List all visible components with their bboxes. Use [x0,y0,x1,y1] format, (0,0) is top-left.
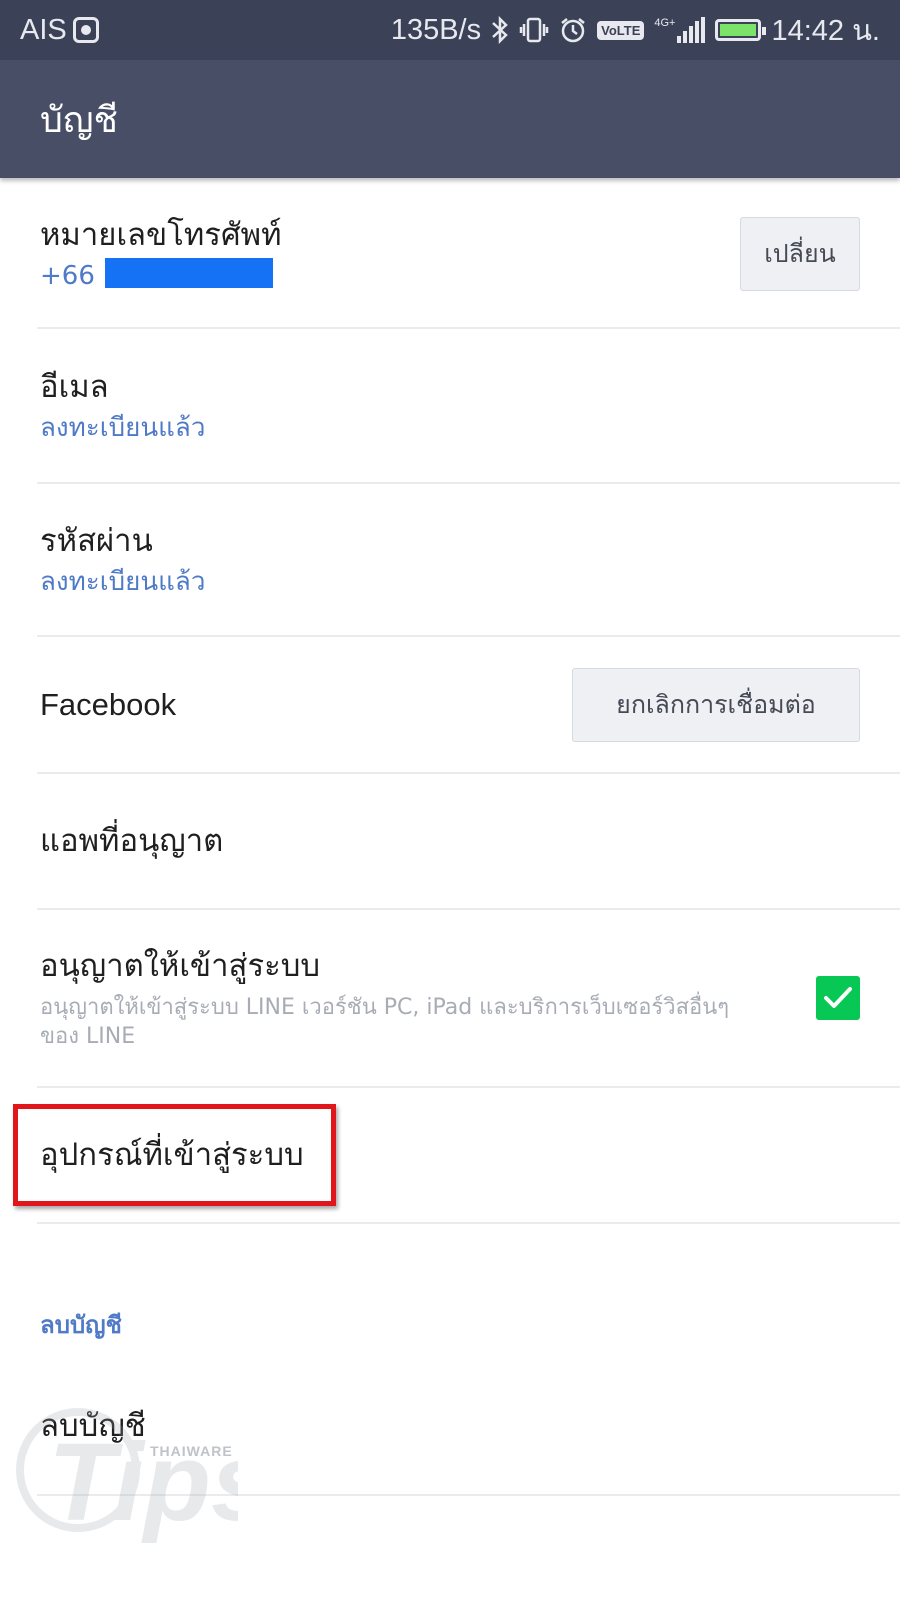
redacted-phone-number [104,258,273,289]
facebook-row: Facebook ยกเลิกการเชื่อมต่อ [0,637,900,773]
divider [37,1494,900,1496]
highlight-annotation-box [13,1104,336,1206]
allow-login-text: อนุญาตให้เข้าสู่ระบบ อนุญาตให้เข้าสู่ระบ… [40,944,816,1052]
facebook-text: Facebook [40,683,572,728]
facebook-label: Facebook [40,686,177,722]
delete-account-label: ลบบัญชี [40,1407,146,1444]
phone-number-row[interactable]: หมายเลขโทรศัพท์ +66 เปลี่ยน [0,180,900,328]
network-type: 4G+ [654,17,676,29]
volte-icon: VoLTE [597,20,645,40]
signal-icon: 4G+ [654,17,706,43]
status-left: AIS [20,14,99,47]
email-row[interactable]: อีเมล ลงทะเบียนแล้ว [0,330,900,482]
divider [37,1222,900,1224]
email-label: อีเมล [40,368,109,405]
email-text: อีเมล ลงทะเบียนแล้ว [40,365,860,448]
carrier-ring-icon [72,17,99,43]
app-bar: บัญชี [0,60,900,178]
phone-number-text: หมายเลขโทรศัพท์ +66 [40,213,740,296]
status-right: 135B/s VoLTE 4G+ 14:42 น. [391,7,880,53]
status-bar: AIS 135B/s VoLTE 4G+ 14:42 น. [0,0,900,60]
delete-account-section-header: ลบบัญชี [40,1311,122,1339]
delete-account-text: ลบบัญชี [40,1404,860,1449]
password-row[interactable]: รหัสผ่าน ลงทะเบียนแล้ว [0,484,900,636]
phone-number-label: หมายเลขโทรศัพท์ [40,216,282,253]
bluetooth-icon [491,16,509,44]
page-title: บัญชี [40,99,118,141]
battery-charging-icon [715,19,767,41]
checkmark-icon [824,987,852,1008]
password-status: ลงทะเบียนแล้ว [40,566,206,597]
allow-login-checkbox[interactable] [816,976,860,1020]
net-speed: 135B/s [390,13,482,46]
change-phone-button[interactable]: เปลี่ยน [740,217,860,291]
disconnect-facebook-button[interactable]: ยกเลิกการเชื่อมต่อ [572,668,860,742]
authorized-apps-row[interactable]: แอพที่อนุญาต [0,774,900,908]
signal-bars [677,17,706,43]
clock: 14:42 น. [771,15,880,47]
country-code: +66 [40,260,95,291]
allow-login-row[interactable]: อนุญาตให้เข้าสู่ระบบ อนุญาตให้เข้าสู่ระบ… [0,910,900,1086]
allow-login-description: อนุญาตให้เข้าสู่ระบบ LINE เวอร์ชัน PC, i… [40,994,730,1050]
divider [37,327,900,329]
carrier-name: AIS [20,13,67,46]
authorized-apps-label: แอพที่อนุญาต [40,822,224,859]
password-label: รหัสผ่าน [40,522,153,559]
watermark-brand: THAIWARE [150,1443,233,1459]
email-status: ลงทะเบียนแล้ว [40,412,206,443]
password-text: รหัสผ่าน ลงทะเบียนแล้ว [40,519,860,602]
allow-login-label: อนุญาตให้เข้าสู่ระบบ [40,947,321,984]
authorized-apps-text: แอพที่อนุญาต [40,819,860,864]
alarm-icon [559,16,587,44]
delete-account-row[interactable]: ลบบัญชี [0,1358,900,1494]
phone-number-value: +66 [40,258,740,296]
vibrate-icon [519,16,549,44]
